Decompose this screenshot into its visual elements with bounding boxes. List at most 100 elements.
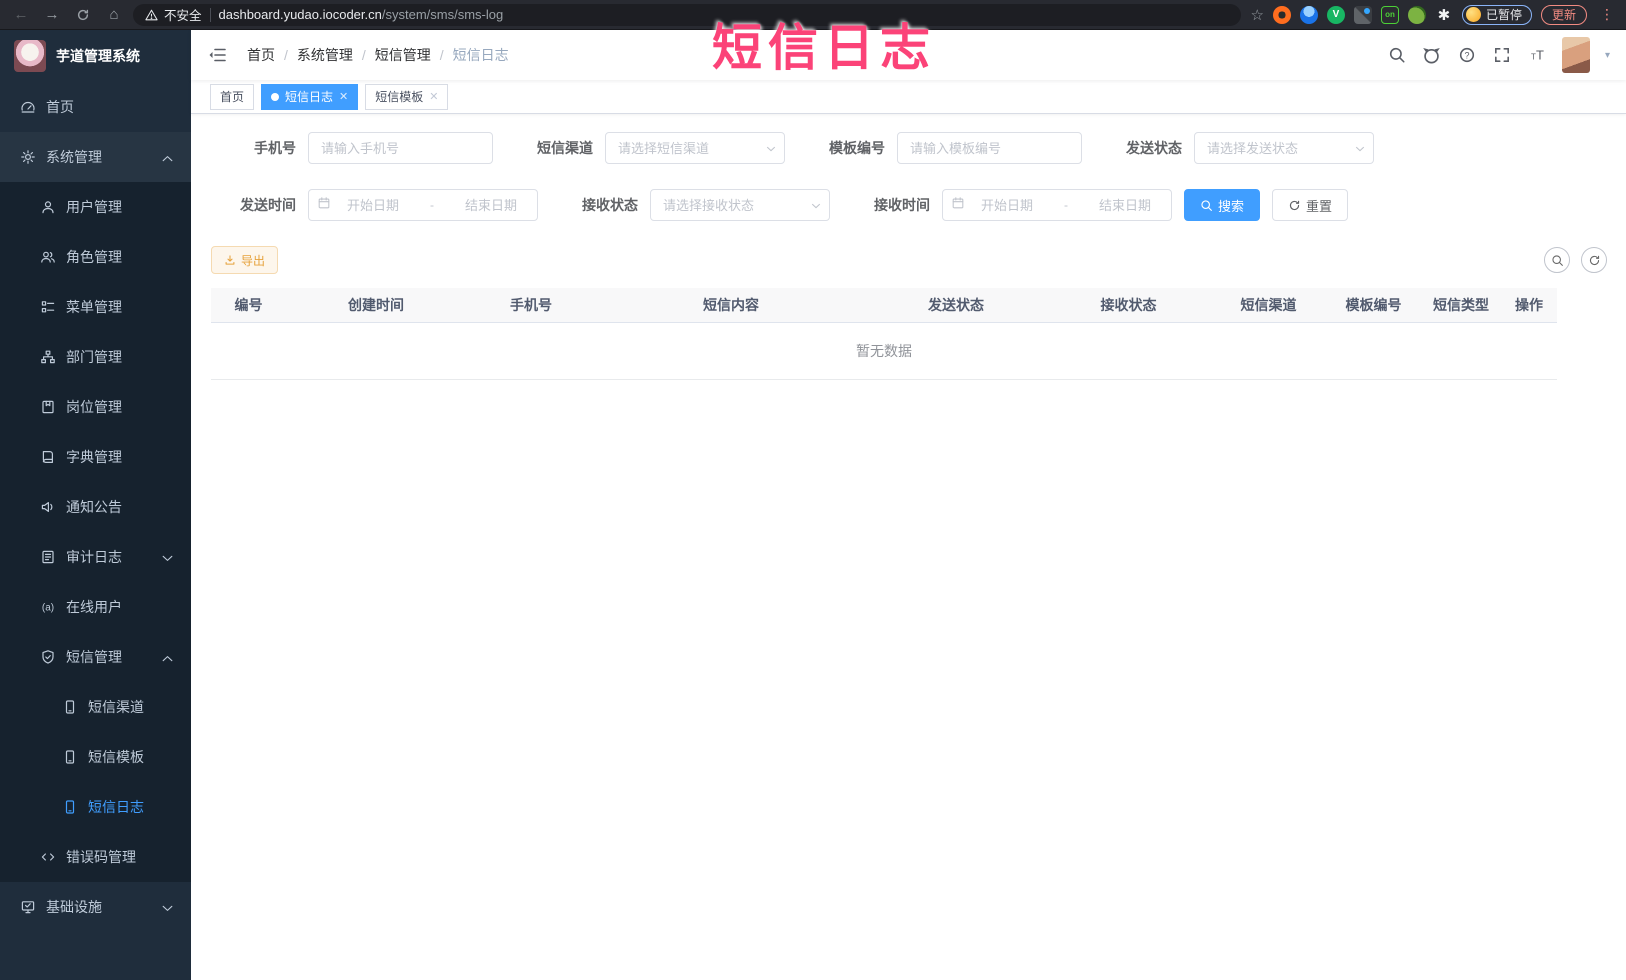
badge-book-icon — [40, 399, 56, 415]
close-icon[interactable]: ✕ — [429, 90, 438, 103]
page-content: 手机号 短信渠道 模板编号 发送状态 — [191, 114, 1626, 980]
sidebar-item-sms-management[interactable]: 短信管理 — [0, 632, 191, 682]
extension-icon-4[interactable] — [1353, 5, 1372, 24]
channel-select[interactable] — [605, 132, 785, 164]
send-status-select[interactable] — [1194, 132, 1374, 164]
dashboard-icon — [20, 99, 36, 115]
browser-forward-button[interactable]: → — [41, 4, 63, 26]
app-logo[interactable]: 芋道管理系统 — [0, 30, 191, 82]
send-time-range[interactable]: - — [308, 189, 538, 221]
extension-icon-1[interactable] — [1272, 5, 1291, 24]
sidebar-item-dict-management[interactable]: 字典管理 — [0, 432, 191, 482]
menu-tree-icon — [40, 299, 56, 315]
search-button[interactable]: 搜索 — [1184, 189, 1261, 221]
browser-menu-icon[interactable]: ⋮ — [1596, 6, 1618, 23]
breadcrumb-system[interactable]: 系统管理 — [297, 45, 353, 65]
sidebar-item-audit-log[interactable]: 审计日志 — [0, 532, 191, 582]
sidebar-item-online-users[interactable]: (a) 在线用户 — [0, 582, 191, 632]
close-icon[interactable]: ✕ — [339, 90, 348, 103]
app-title: 芋道管理系统 — [56, 48, 140, 64]
sidebar: 芋道管理系统 首页 系统管理 用户管理 角色管理 菜单管理 部门管理 岗位管理 … — [0, 30, 191, 980]
receive-time-range[interactable]: - — [942, 189, 1172, 221]
extension-icon-6[interactable]: ✱ — [1435, 6, 1453, 24]
sidebar-item-infrastructure[interactable]: 基础设施 — [0, 882, 191, 932]
browser-home-button[interactable]: ⌂ — [103, 4, 125, 26]
shield-check-icon — [40, 649, 56, 665]
tab-sms-log[interactable]: 短信日志 ✕ — [261, 83, 359, 110]
font-size-icon[interactable]: TT — [1527, 45, 1547, 65]
extension-icon-5[interactable] — [1407, 5, 1426, 24]
receive-start-date-input[interactable] — [969, 197, 1045, 213]
tab-home[interactable]: 首页 — [210, 83, 255, 110]
extension-icon-2[interactable] — [1299, 5, 1318, 24]
sidebar-item-notice[interactable]: 通知公告 — [0, 482, 191, 532]
code-icon — [40, 849, 56, 865]
breadcrumb-home[interactable]: 首页 — [247, 45, 275, 65]
sidebar-item-dept-management[interactable]: 部门管理 — [0, 332, 191, 382]
extension-icon-on[interactable]: on — [1380, 5, 1399, 24]
fullscreen-icon[interactable] — [1492, 45, 1512, 65]
avatar-caret-icon[interactable]: ▾ — [1605, 50, 1610, 61]
phone-input[interactable] — [308, 132, 493, 164]
receive-status-select[interactable] — [650, 189, 830, 221]
browser-address-bar[interactable]: 不安全 dashboard.yudao.iocoder.cn/system/sm… — [133, 3, 1241, 26]
page-url[interactable]: dashboard.yudao.iocoder.cn/system/sms/sm… — [219, 7, 504, 22]
org-tree-icon — [40, 349, 56, 365]
send-end-date-input[interactable] — [453, 197, 529, 213]
help-icon[interactable]: ? — [1457, 45, 1477, 65]
extension-icon-3[interactable]: V — [1326, 5, 1345, 24]
sidebar-item-post-management[interactable]: 岗位管理 — [0, 382, 191, 432]
bookmark-star-icon[interactable]: ☆ — [1251, 6, 1264, 24]
sidebar-item-role-management[interactable]: 角色管理 — [0, 232, 191, 282]
sidebar-item-system-management[interactable]: 系统管理 — [0, 132, 191, 182]
security-indicator[interactable]: 不安全 — [145, 5, 202, 24]
filter-row-2: 发送时间 - 接收状态 接收时间 — [211, 189, 1607, 221]
channel-label: 短信渠道 — [537, 140, 593, 156]
github-icon[interactable] — [1422, 45, 1442, 65]
col-id: 编号 — [234, 297, 263, 313]
search-icon[interactable] — [1387, 45, 1407, 65]
user-avatar[interactable] — [1561, 37, 1590, 73]
send-time-label: 发送时间 — [240, 197, 296, 213]
sidebar-item-user-management[interactable]: 用户管理 — [0, 182, 191, 232]
receive-end-date-input[interactable] — [1087, 197, 1163, 213]
sidebar-item-menu-management[interactable]: 菜单管理 — [0, 282, 191, 332]
filter-phone: 手机号 — [211, 132, 493, 164]
export-button[interactable]: 导出 — [211, 246, 279, 274]
calendar-icon — [951, 196, 965, 215]
table-settings — [1544, 247, 1607, 273]
sidebar-item-sms-log[interactable]: 短信日志 — [0, 782, 191, 832]
browser-update-button[interactable]: 更新 — [1540, 4, 1587, 25]
filter-channel: 短信渠道 — [537, 132, 785, 164]
reset-button[interactable]: 重置 — [1272, 189, 1349, 221]
breadcrumb: 首页 / 系统管理 / 短信管理 / 短信日志 — [247, 45, 509, 65]
send-start-date-input[interactable] — [335, 197, 411, 213]
users-icon — [40, 249, 56, 265]
phone-icon — [62, 749, 78, 765]
col-type: 短信类型 — [1433, 297, 1489, 313]
book-icon — [40, 449, 56, 465]
receive-time-label: 接收时间 — [874, 197, 930, 213]
browser-back-button[interactable]: ← — [10, 4, 32, 26]
browser-chrome: ← → ⌂ 不安全 dashboard.yudao.iocoder.cn/sys… — [0, 0, 1626, 30]
sidebar-item-home[interactable]: 首页 — [0, 82, 191, 132]
sms-log-table: 编号 创建时间 手机号 短信内容 发送状态 接收状态 短信渠道 模板编号 短信类… — [211, 288, 1557, 380]
template-input[interactable] — [897, 132, 1082, 164]
breadcrumb-sms[interactable]: 短信管理 — [375, 45, 431, 65]
browser-reload-button[interactable] — [72, 4, 94, 26]
toggle-search-button[interactable] — [1544, 247, 1570, 273]
profile-paused-chip[interactable]: 已暂停 — [1461, 4, 1532, 25]
phone-icon — [62, 799, 78, 815]
sidebar-item-sms-template[interactable]: 短信模板 — [0, 732, 191, 782]
chevron-up-icon — [162, 649, 173, 665]
tab-sms-template[interactable]: 短信模板 ✕ — [365, 83, 449, 110]
sidebar-item-error-code[interactable]: 错误码管理 — [0, 832, 191, 882]
refresh-button[interactable] — [1581, 247, 1607, 273]
online-user-icon: (a) — [40, 599, 56, 615]
monitor-icon — [20, 899, 36, 915]
app-window: 芋道管理系统 首页 系统管理 用户管理 角色管理 菜单管理 部门管理 岗位管理 … — [0, 30, 1626, 980]
sidebar-collapse-button[interactable] — [199, 37, 235, 73]
sidebar-item-sms-channel[interactable]: 短信渠道 — [0, 682, 191, 732]
col-content: 短信内容 — [703, 297, 759, 313]
user-icon — [40, 199, 56, 215]
